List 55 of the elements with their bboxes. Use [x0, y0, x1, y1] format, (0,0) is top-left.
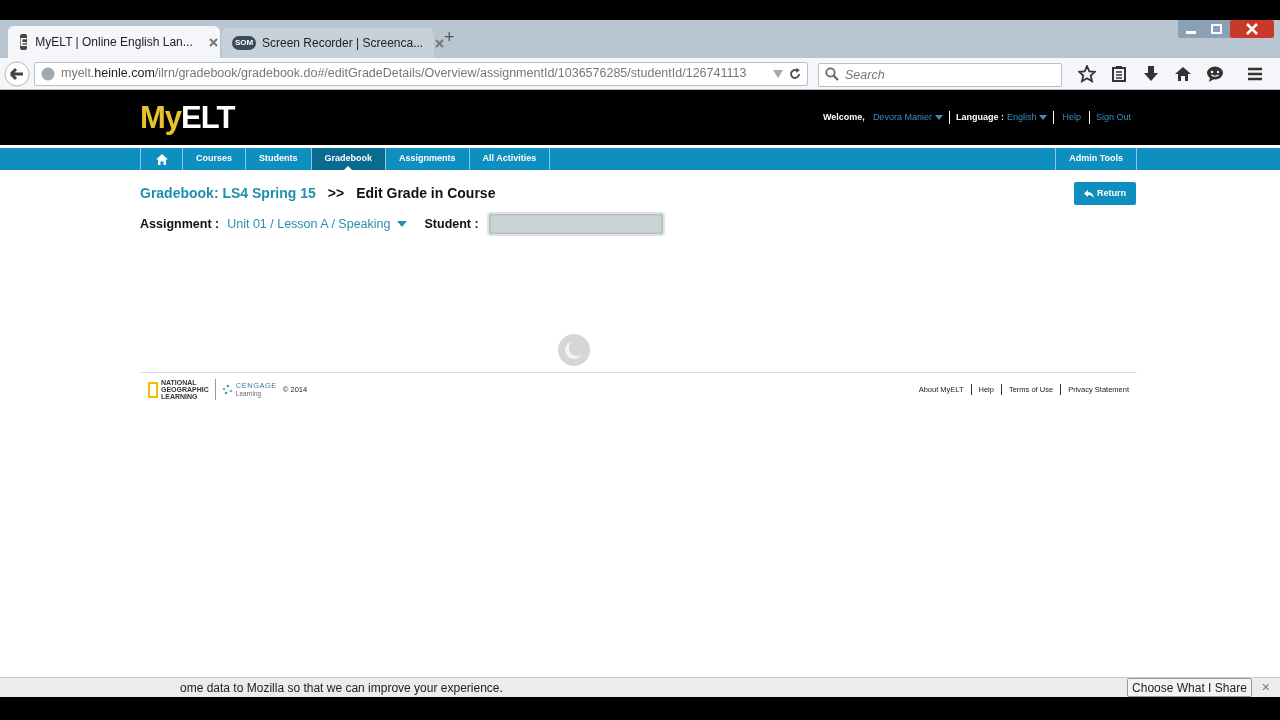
- restore-icon[interactable]: [1204, 20, 1230, 38]
- reply-arrow-icon: [1084, 189, 1094, 198]
- reload-icon[interactable]: [789, 67, 801, 80]
- caret-icon: [396, 221, 407, 227]
- nav-tab[interactable]: Courses: [183, 148, 246, 170]
- address-bar[interactable]: myelt.heinle.com/ilrn/gradebook/gradebook.do#/editGradeDetails/Overview/assignmentId/1036576285/studentId/126741113: [34, 61, 808, 86]
- search-icon: [825, 66, 839, 81]
- minimize-icon[interactable]: [1178, 20, 1204, 38]
- close-icon[interactable]: [208, 37, 218, 47]
- breadcrumb-separator: >>: [327, 184, 345, 203]
- pointer-icon: [344, 166, 353, 170]
- header-link[interactable]: Help: [1054, 110, 1090, 125]
- myelt-logo: MyELT: [140, 102, 235, 133]
- globe-icon: [41, 66, 55, 81]
- new-tab-button[interactable]: +: [444, 24, 455, 51]
- breadcrumb-link[interactable]: Gradebook: LS4 Spring 15: [140, 183, 316, 204]
- nav-tab[interactable]: Gradebook: [311, 148, 387, 170]
- caret-icon: [934, 115, 943, 120]
- favicon: E: [20, 34, 28, 50]
- url-text: myelt.heinle.com/ilrn/gradebook/gradebook.do#/editGradeDetails/Overview/assignmentId/1036576285/studentId/126741113: [61, 65, 748, 83]
- language-label: Language :: [955, 110, 1004, 124]
- home-icon: [155, 153, 168, 165]
- page-title: Edit Grade in Course: [356, 184, 496, 203]
- nav-tab[interactable]: Assignments: [386, 148, 470, 170]
- header-link[interactable]: Sign Out: [1087, 110, 1139, 125]
- bookmark-star-icon[interactable]: [1078, 64, 1096, 83]
- dots-logo-icon: [221, 383, 234, 396]
- close-button[interactable]: ×: [1261, 677, 1270, 698]
- welcome-label: Welcome,: [823, 110, 865, 124]
- clipboard-icon[interactable]: [1110, 64, 1128, 83]
- back-icon[interactable]: [4, 60, 30, 87]
- chat-bubble-icon[interactable]: [1206, 64, 1224, 83]
- favicon: SOM: [232, 36, 256, 50]
- nav-tab[interactable]: Students: [246, 148, 312, 170]
- caret-icon: [1039, 115, 1048, 120]
- user-menu[interactable]: Devora Manier: [872, 110, 950, 125]
- language-menu[interactable]: English: [1006, 110, 1055, 125]
- loading-spinner-icon: [557, 334, 590, 366]
- close-icon[interactable]: [1230, 20, 1274, 38]
- notification-text: ome data to Mozilla so that we can improve your experience.: [180, 679, 504, 697]
- assignment-dropdown[interactable]: Unit 01 / Lesson A / Speaking: [227, 214, 407, 234]
- field-label: Assignment :: [140, 215, 220, 233]
- close-icon[interactable]: [435, 38, 445, 48]
- search-field[interactable]: Search: [818, 62, 1062, 87]
- tab-title: Screen Recorder | Screenca...: [262, 35, 424, 52]
- tab-title: MyELT | Online English Lan...: [35, 34, 193, 51]
- nav-tab[interactable]: All Activities: [469, 148, 551, 170]
- choose-what-i-share-button[interactable]: Choose What I Share: [1127, 678, 1252, 697]
- field-label: Student :: [424, 215, 479, 233]
- browser-tab[interactable]: E MyELT | Online English Lan...: [8, 26, 220, 58]
- frame-logo-icon: [148, 381, 158, 398]
- download-icon[interactable]: [1142, 64, 1160, 83]
- nav-tab[interactable]: Admin Tools: [1055, 148, 1137, 170]
- home-icon[interactable]: [1174, 64, 1192, 83]
- return-button[interactable]: Return: [1074, 182, 1136, 205]
